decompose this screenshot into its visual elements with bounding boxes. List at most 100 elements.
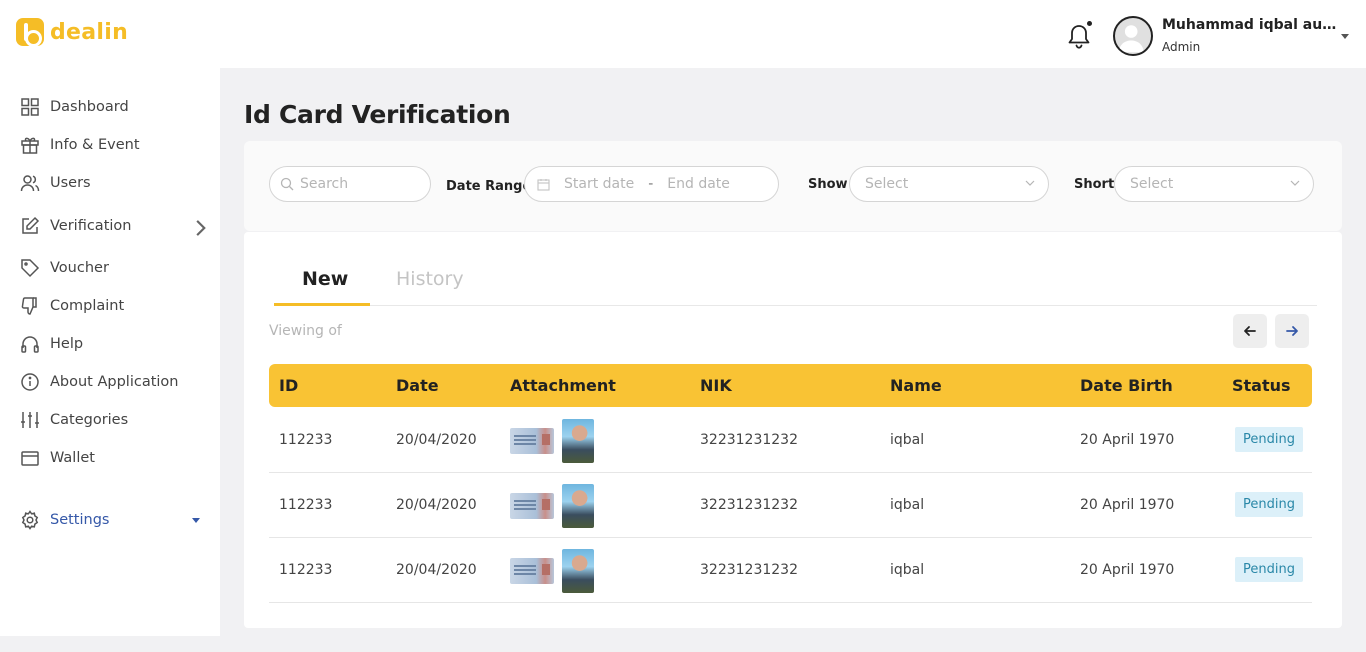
cell-nik: 32231231232 bbox=[700, 562, 798, 578]
short-select-value: Select bbox=[1130, 176, 1174, 192]
column-header-status[interactable]: Status bbox=[1232, 376, 1291, 395]
sidebar-item-label: Wallet bbox=[50, 450, 95, 466]
column-header-date-birth[interactable]: Date Birth bbox=[1080, 376, 1173, 395]
sidebar-item-label: Voucher bbox=[50, 260, 109, 276]
search-icon bbox=[280, 177, 294, 191]
tab-history[interactable]: History bbox=[396, 268, 464, 290]
cell-nik: 32231231232 bbox=[700, 432, 798, 448]
date-range-label: Date Range bbox=[446, 179, 532, 194]
status-badge: Pending bbox=[1235, 427, 1303, 452]
avatar[interactable] bbox=[1113, 16, 1153, 56]
logo-text: dealin bbox=[50, 19, 129, 45]
show-label: Show bbox=[808, 177, 848, 192]
column-header-nik[interactable]: NIK bbox=[700, 376, 732, 395]
filter-bar: Search Date Range Start date - End date … bbox=[244, 141, 1342, 231]
search-placeholder: Search bbox=[300, 176, 349, 192]
sidebar-item-help[interactable]: Help bbox=[20, 332, 210, 356]
active-tab-indicator bbox=[274, 303, 370, 306]
headphones-icon bbox=[21, 336, 39, 353]
sidebar-item-wallet[interactable]: Wallet bbox=[20, 446, 210, 470]
table-row[interactable]: 112233 20/04/2020 32231231232 iqbal 20 A… bbox=[269, 408, 1312, 473]
cell-date-birth: 20 April 1970 bbox=[1080, 432, 1175, 448]
sidebar-item-info-event[interactable]: Info & Event bbox=[20, 133, 210, 157]
user-menu-caret-icon[interactable] bbox=[1341, 34, 1349, 39]
cell-name: iqbal bbox=[890, 562, 925, 578]
user-role: Admin bbox=[1162, 40, 1201, 54]
thumbs-down-icon bbox=[21, 297, 37, 315]
date-separator: - bbox=[648, 176, 654, 192]
sidebar-item-about-application[interactable]: About Application bbox=[20, 370, 210, 394]
table-row[interactable]: 112233 20/04/2020 32231231232 iqbal 20 A… bbox=[269, 473, 1312, 538]
selfie-thumbnail[interactable] bbox=[562, 484, 594, 528]
attachment-group bbox=[510, 484, 594, 528]
sidebar-item-label: Help bbox=[50, 336, 84, 352]
arrow-right-icon bbox=[1286, 326, 1298, 336]
cell-date: 20/04/2020 bbox=[396, 497, 477, 513]
id-card-thumbnail[interactable] bbox=[510, 493, 554, 519]
short-select[interactable]: Select bbox=[1114, 166, 1314, 202]
edit-icon bbox=[22, 216, 40, 234]
info-icon bbox=[21, 373, 39, 391]
sidebar-item-label: Complaint bbox=[50, 298, 125, 314]
column-header-id[interactable]: ID bbox=[279, 376, 298, 395]
selfie-thumbnail[interactable] bbox=[562, 549, 594, 593]
sidebar: Dashboard Info & Event Users Verificatio… bbox=[0, 68, 220, 636]
cell-name: iqbal bbox=[890, 432, 925, 448]
sidebar-item-users[interactable]: Users bbox=[20, 171, 210, 195]
sidebar-item-verification[interactable]: Verification bbox=[20, 214, 210, 238]
viewing-text: Viewing of bbox=[269, 323, 342, 339]
chevron-down-icon bbox=[1290, 180, 1300, 186]
cell-nik: 32231231232 bbox=[700, 497, 798, 513]
id-card-thumbnail[interactable] bbox=[510, 558, 554, 584]
logo[interactable]: dealin bbox=[16, 18, 129, 47]
sidebar-item-voucher[interactable]: Voucher bbox=[20, 256, 210, 280]
end-date-input[interactable]: End date bbox=[667, 176, 730, 192]
short-label: Short bbox=[1074, 177, 1115, 192]
user-name[interactable]: Muhammad iqbal aulia... bbox=[1162, 17, 1340, 33]
table-header: ID Date Attachment NIK Name Date Birth S… bbox=[269, 364, 1312, 407]
chevron-down-icon bbox=[1025, 180, 1035, 186]
arrow-left-icon bbox=[1244, 326, 1256, 336]
sidebar-item-settings[interactable]: Settings bbox=[20, 508, 210, 532]
top-header: dealin Muhammad iqbal aulia... Admin bbox=[0, 0, 1366, 68]
next-page-button[interactable] bbox=[1275, 314, 1309, 348]
tag-icon bbox=[21, 259, 40, 278]
selfie-thumbnail[interactable] bbox=[562, 419, 594, 463]
tab-divider bbox=[274, 305, 1317, 306]
sidebar-item-label: Categories bbox=[50, 412, 129, 428]
sidebar-item-categories[interactable]: Categories bbox=[20, 408, 210, 432]
show-select-value: Select bbox=[865, 176, 909, 192]
date-range-picker[interactable]: Start date - End date bbox=[524, 166, 779, 202]
sidebar-item-dashboard[interactable]: Dashboard bbox=[20, 95, 210, 119]
column-header-attachment[interactable]: Attachment bbox=[510, 376, 616, 395]
users-icon bbox=[20, 175, 40, 192]
tab-new[interactable]: New bbox=[302, 268, 348, 290]
prev-page-button[interactable] bbox=[1233, 314, 1267, 348]
sidebar-item-complaint[interactable]: Complaint bbox=[20, 294, 210, 318]
id-card-thumbnail[interactable] bbox=[510, 428, 554, 454]
status-badge: Pending bbox=[1235, 492, 1303, 517]
sidebar-item-label: Verification bbox=[50, 218, 132, 234]
cell-date-birth: 20 April 1970 bbox=[1080, 562, 1175, 578]
cell-id: 112233 bbox=[279, 497, 333, 513]
sidebar-item-label: About Application bbox=[50, 374, 179, 390]
column-header-date[interactable]: Date bbox=[396, 376, 439, 395]
cell-id: 112233 bbox=[279, 432, 333, 448]
search-input[interactable]: Search bbox=[269, 166, 431, 202]
bell-icon[interactable] bbox=[1066, 22, 1092, 50]
table-row[interactable]: 112233 20/04/2020 32231231232 iqbal 20 A… bbox=[269, 538, 1312, 603]
sidebar-item-label: Dashboard bbox=[50, 99, 129, 115]
cell-id: 112233 bbox=[279, 562, 333, 578]
cell-date: 20/04/2020 bbox=[396, 562, 477, 578]
cell-date-birth: 20 April 1970 bbox=[1080, 497, 1175, 513]
show-select[interactable]: Select bbox=[849, 166, 1049, 202]
chevron-right-icon bbox=[196, 220, 206, 236]
attachment-group bbox=[510, 419, 594, 463]
caret-down-icon bbox=[192, 518, 200, 523]
start-date-input[interactable]: Start date bbox=[564, 176, 634, 192]
cell-name: iqbal bbox=[890, 497, 925, 513]
gear-icon bbox=[21, 510, 39, 530]
table-card: New History Viewing of ID Date Attachmen… bbox=[244, 232, 1342, 628]
sliders-icon bbox=[21, 412, 39, 428]
column-header-name[interactable]: Name bbox=[890, 376, 942, 395]
